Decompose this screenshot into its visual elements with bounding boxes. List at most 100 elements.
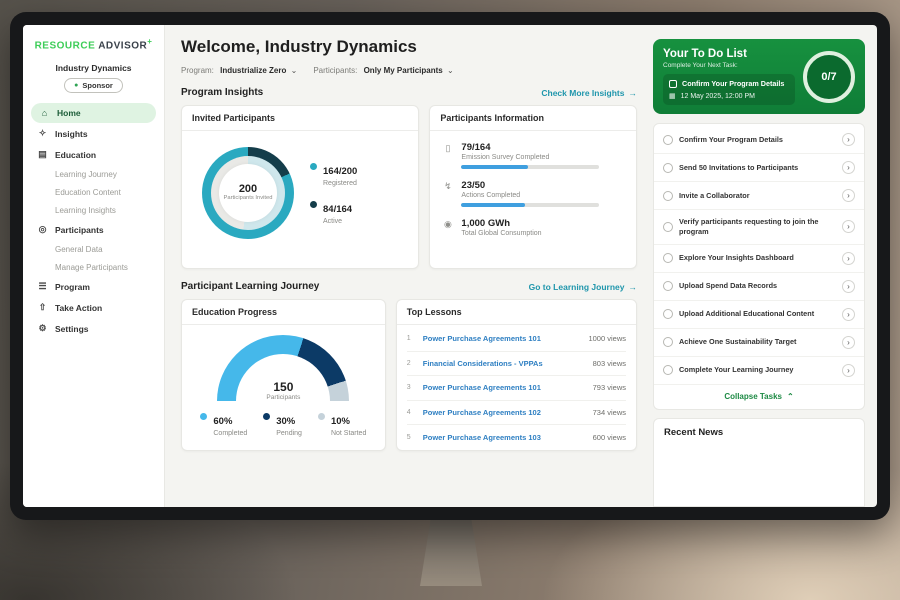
todo-summary-text: Your To Do List Complete Your Next Task:…	[663, 48, 795, 105]
lesson-rank: 5	[407, 434, 415, 441]
sidebar-nav: ⌂ Home ✧ Insights ▤ Education Learning J…	[23, 103, 164, 339]
program-filter-value[interactable]: Industrialize Zero	[220, 66, 286, 75]
task-checkbox[interactable]	[663, 337, 673, 347]
task-row[interactable]: Invite a Collaborator ›	[654, 182, 864, 210]
lesson-link[interactable]: Power Purchase Agreements 101	[423, 334, 581, 343]
info-row-actions: ↯ 23/50 Actions Completed	[442, 180, 624, 207]
calendar-icon: ▦	[669, 92, 676, 100]
invited-participants-card: Invited Participants 200 Participants In…	[181, 105, 419, 269]
lesson-rank: 1	[407, 335, 415, 342]
education-card-body: 150 Participants 60% Completed	[182, 325, 385, 437]
participants-filter-value[interactable]: Only My Participants	[364, 66, 443, 75]
clipboard-icon: ▯	[442, 142, 453, 169]
task-label: Verify participants requesting to join t…	[679, 217, 836, 237]
gauge-center-caption: Participants	[217, 394, 349, 401]
task-row[interactable]: Upload Additional Educational Content ›	[654, 301, 864, 329]
sidebar-item-participants[interactable]: ◎ Participants	[23, 219, 164, 240]
chevron-right-icon[interactable]: ›	[842, 336, 855, 349]
sidebar-item-settings[interactable]: ⚙ Settings	[23, 318, 164, 339]
navy-dot-icon	[263, 413, 270, 420]
checkbox-icon[interactable]	[669, 80, 677, 88]
task-label: Send 50 Invitations to Participants	[679, 163, 836, 173]
sidebar: RESOURCE ADVISOR+ Industry Dynamics ● Sp…	[23, 25, 165, 507]
lesson-link[interactable]: Power Purchase Agreements 102	[423, 408, 585, 417]
page-title: Welcome, Industry Dynamics	[181, 37, 637, 57]
sidebar-item-take-action[interactable]: ⇧ Take Action	[23, 297, 164, 318]
chevron-right-icon[interactable]: ›	[842, 252, 855, 265]
program-icon: ☰	[37, 281, 48, 292]
task-row[interactable]: Send 50 Invitations to Participants ›	[654, 154, 864, 182]
education-progress-card: Education Progress 150 Participants	[181, 299, 386, 451]
lesson-link[interactable]: Power Purchase Agreements 103	[423, 433, 585, 442]
go-to-learning-journey-link[interactable]: Go to Learning Journey →	[529, 282, 637, 292]
chevron-down-icon[interactable]: ⌄	[447, 66, 454, 75]
todo-next-task-box[interactable]: Confirm Your Program Details ▦ 12 May 20…	[663, 74, 795, 105]
task-checkbox[interactable]	[663, 281, 673, 291]
task-row[interactable]: Complete Your Learning Journey ›	[654, 357, 864, 385]
top-lessons-card: Top Lessons 1 Power Purchase Agreements …	[396, 299, 637, 451]
task-checkbox[interactable]	[663, 365, 673, 375]
chevron-down-icon[interactable]: ⌄	[291, 66, 298, 75]
sponsor-dot-icon: ●	[74, 82, 78, 89]
lesson-row[interactable]: 3 Power Purchase Agreements 101 793 view…	[407, 376, 626, 401]
chevron-right-icon[interactable]: ›	[842, 220, 855, 233]
bolt-icon: ↯	[442, 180, 453, 207]
todo-progress-ring: 0/7	[803, 51, 855, 103]
task-checkbox[interactable]	[663, 135, 673, 145]
lesson-row[interactable]: 4 Power Purchase Agreements 102 734 view…	[407, 401, 626, 426]
learning-journey-header: Participant Learning Journey Go to Learn…	[181, 281, 637, 292]
sidebar-item-education[interactable]: ▤ Education	[23, 144, 164, 165]
settings-icon: ⚙	[37, 323, 48, 334]
task-row[interactable]: Confirm Your Program Details ›	[654, 126, 864, 154]
lesson-link[interactable]: Financial Considerations - VPPAs	[423, 359, 585, 368]
invited-card-body: 200 Participants Invited 164/200 Registe…	[182, 131, 418, 255]
legend-item-pending: 30% Pending	[263, 411, 302, 437]
task-checkbox[interactable]	[663, 309, 673, 319]
tasks-list-card: Confirm Your Program Details › Send 50 I…	[653, 123, 865, 410]
lesson-link[interactable]: Power Purchase Agreements 101	[423, 383, 585, 392]
lesson-row[interactable]: 1 Power Purchase Agreements 101 1000 vie…	[407, 327, 626, 352]
participants-filter-label: Participants:	[313, 66, 357, 75]
chevron-right-icon[interactable]: ›	[842, 280, 855, 293]
task-row[interactable]: Upload Spend Data Records ›	[654, 273, 864, 301]
sidebar-item-label: Insights	[55, 129, 88, 139]
app-logo: RESOURCE ADVISOR+	[23, 37, 164, 51]
sidebar-item-education-content[interactable]: Education Content	[23, 183, 164, 201]
education-legend: 60% Completed 30% Pending	[200, 411, 366, 437]
task-checkbox[interactable]	[663, 163, 673, 173]
chevron-right-icon[interactable]: ›	[842, 364, 855, 377]
sidebar-item-general-data[interactable]: General Data	[23, 240, 164, 258]
chevron-right-icon[interactable]: ›	[842, 189, 855, 202]
task-checkbox[interactable]	[663, 222, 673, 232]
sponsor-badge[interactable]: ● Sponsor	[64, 78, 123, 93]
task-label: Explore Your Insights Dashboard	[679, 253, 836, 263]
legend-value: 60%	[213, 416, 232, 427]
check-more-insights-link[interactable]: Check More Insights →	[541, 88, 637, 98]
sidebar-item-program[interactable]: ☰ Program	[23, 276, 164, 297]
chevron-right-icon[interactable]: ›	[842, 133, 855, 146]
task-checkbox[interactable]	[663, 253, 673, 263]
task-row[interactable]: Explore Your Insights Dashboard ›	[654, 245, 864, 273]
sidebar-item-learning-journey[interactable]: Learning Journey	[23, 165, 164, 183]
chevron-right-icon[interactable]: ›	[842, 308, 855, 321]
card-title: Invited Participants	[182, 106, 418, 131]
sidebar-item-insights[interactable]: ✧ Insights	[23, 123, 164, 144]
screen: RESOURCE ADVISOR+ Industry Dynamics ● Sp…	[23, 25, 877, 507]
task-row[interactable]: Achieve One Sustainability Target ›	[654, 329, 864, 357]
sidebar-item-home[interactable]: ⌂ Home	[31, 103, 156, 123]
lesson-row[interactable]: 5 Power Purchase Agreements 103 600 view…	[407, 425, 626, 450]
todo-next-task-label: Confirm Your Program Details	[682, 79, 784, 88]
lesson-views: 734 views	[593, 408, 626, 417]
task-row[interactable]: Verify participants requesting to join t…	[654, 210, 864, 245]
progress-bar-fill	[461, 203, 524, 207]
insights-cards-row: Invited Participants 200 Participants In…	[181, 105, 637, 269]
legend-item-registered: 164/200 Registered	[310, 161, 357, 187]
chevron-right-icon[interactable]: ›	[842, 161, 855, 174]
lesson-row[interactable]: 2 Financial Considerations - VPPAs 803 v…	[407, 352, 626, 377]
collapse-tasks-button[interactable]: Collapse Tasks ⌃	[654, 385, 864, 407]
sidebar-item-learning-insights[interactable]: Learning Insights	[23, 201, 164, 219]
sidebar-item-manage-participants[interactable]: Manage Participants	[23, 258, 164, 276]
invited-legend: 164/200 Registered 84/164 Active	[310, 161, 357, 225]
link-label: Go to Learning Journey	[529, 282, 625, 292]
task-checkbox[interactable]	[663, 191, 673, 201]
